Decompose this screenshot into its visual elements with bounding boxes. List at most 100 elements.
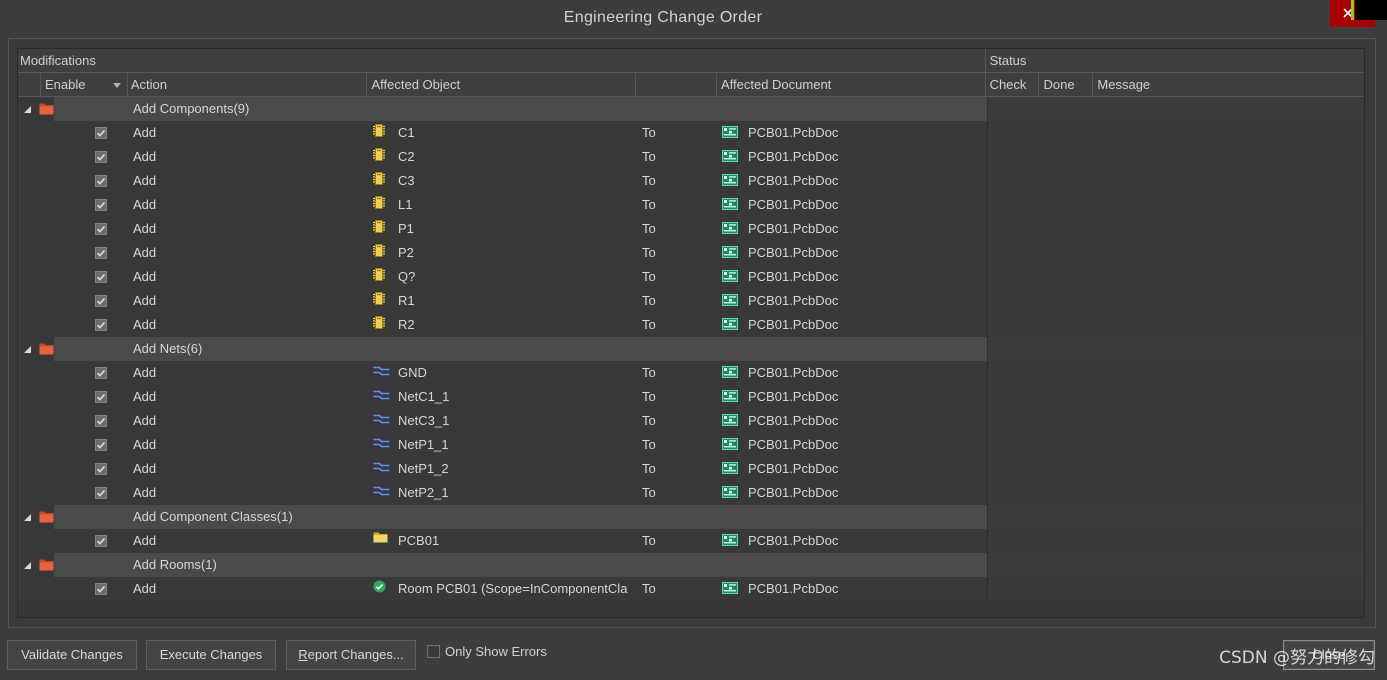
net-icon — [373, 486, 390, 496]
table-row[interactable]: Add NetP1_2 To PCB01.PcbDoc — [18, 457, 1364, 481]
check-status-cell — [987, 433, 1041, 457]
only-show-errors-label: Only Show Errors — [445, 644, 547, 659]
enable-checkbox[interactable] — [95, 151, 107, 163]
corner-overlay — [1355, 0, 1387, 20]
enable-checkbox[interactable] — [95, 319, 107, 331]
column-header-action[interactable]: Action — [128, 73, 368, 96]
enable-checkbox[interactable] — [95, 223, 107, 235]
table-row[interactable]: Add L1 To PCB01.PcbDoc — [18, 193, 1364, 217]
pcb-document-icon — [722, 534, 738, 546]
column-header-enable[interactable]: Enable — [41, 73, 128, 96]
group-row[interactable]: Add Nets(6) — [18, 337, 1364, 361]
enable-checkbox[interactable] — [95, 367, 107, 379]
collapse-triangle-icon[interactable] — [24, 346, 31, 353]
group-status-cell — [987, 553, 1364, 577]
collapse-triangle-icon[interactable] — [24, 562, 31, 569]
enable-checkbox[interactable] — [95, 391, 107, 403]
column-header-expander[interactable] — [18, 73, 41, 96]
table-row[interactable]: Add NetC1_1 To PCB01.PcbDoc — [18, 385, 1364, 409]
report-changes-button[interactable]: Report Changes... — [286, 640, 416, 670]
table-row[interactable]: Add Room PCB01 (Scope=InComponentCla To PCB… — [18, 577, 1364, 601]
group-status-cell — [987, 337, 1364, 361]
enable-checkbox[interactable] — [95, 127, 107, 139]
affected-document-cell: PCB01.PcbDoc — [748, 197, 839, 212]
table-row[interactable]: Add C2 To PCB01.PcbDoc — [18, 145, 1364, 169]
column-header-affected-object[interactable]: Affected Object — [367, 73, 637, 96]
group-row[interactable]: Add Components(9) — [18, 97, 1364, 121]
table-row[interactable]: Add C1 To PCB01.PcbDoc — [18, 121, 1364, 145]
group-row[interactable]: Add Rooms(1) — [18, 553, 1364, 577]
header-group-row: Modifications Status — [18, 49, 1364, 73]
enable-checkbox[interactable] — [95, 463, 107, 475]
affected-document-cell: PCB01.PcbDoc — [748, 437, 839, 452]
group-status-cell — [987, 505, 1364, 529]
enable-checkbox[interactable] — [95, 583, 107, 595]
only-show-errors-box[interactable] — [427, 645, 440, 658]
table-row[interactable]: Add R1 To PCB01.PcbDoc — [18, 289, 1364, 313]
enable-checkbox[interactable] — [95, 535, 107, 547]
component-icon — [373, 316, 385, 329]
validate-changes-button[interactable]: Validate Changes — [7, 640, 137, 670]
enable-dropdown-icon[interactable] — [112, 83, 121, 88]
checkmark-icon — [96, 586, 106, 593]
message-cell — [1095, 169, 1364, 193]
to-cell: To — [642, 125, 656, 140]
net-icon — [373, 438, 390, 448]
column-header-affected-document[interactable]: Affected Document — [717, 73, 986, 96]
pcb-document-icon — [722, 390, 738, 402]
table-row[interactable]: Add P1 To PCB01.PcbDoc — [18, 217, 1364, 241]
checkmark-icon — [96, 322, 106, 329]
affected-object-cell: NetP1_2 — [398, 461, 449, 476]
checkmark-icon — [96, 538, 106, 545]
enable-checkbox[interactable] — [95, 175, 107, 187]
checkmark-icon — [96, 466, 106, 473]
execute-changes-button[interactable]: Execute Changes — [146, 640, 276, 670]
affected-document-cell: PCB01.PcbDoc — [748, 245, 839, 260]
message-cell — [1095, 193, 1364, 217]
component-class-icon — [373, 532, 388, 543]
only-show-errors-checkbox[interactable]: Only Show Errors — [427, 644, 567, 660]
table-row[interactable]: Add NetP2_1 To PCB01.PcbDoc — [18, 481, 1364, 505]
affected-document-cell: PCB01.PcbDoc — [748, 485, 839, 500]
action-cell: Add — [133, 149, 157, 164]
pcb-document-icon — [722, 174, 738, 186]
table-row[interactable]: Add P2 To PCB01.PcbDoc — [18, 241, 1364, 265]
to-cell: To — [642, 245, 656, 260]
enable-checkbox[interactable] — [95, 439, 107, 451]
affected-object-cell: PCB01 — [398, 533, 440, 548]
collapse-triangle-icon[interactable] — [24, 106, 31, 113]
action-cell: Add — [133, 197, 157, 212]
action-cell: Add — [133, 389, 157, 404]
table-row[interactable]: Add Q? To PCB01.PcbDoc — [18, 265, 1364, 289]
action-cell: Add — [133, 413, 157, 428]
column-header-to[interactable] — [636, 73, 717, 96]
change-order-table: Modifications Status Enable Action Affec… — [17, 48, 1365, 618]
net-icon — [373, 462, 390, 472]
column-header-check[interactable]: Check — [986, 73, 1040, 96]
enable-checkbox[interactable] — [95, 295, 107, 307]
table-row[interactable]: Add PCB01 To PCB01.PcbDoc — [18, 529, 1364, 553]
window-title: Engineering Change Order — [563, 9, 763, 26]
enable-checkbox[interactable] — [95, 415, 107, 427]
enable-checkbox[interactable] — [95, 199, 107, 211]
affected-document-cell: PCB01.PcbDoc — [748, 293, 839, 308]
enable-checkbox[interactable] — [95, 271, 107, 283]
affected-document-cell: PCB01.PcbDoc — [748, 461, 839, 476]
column-header-message[interactable]: Message — [1093, 73, 1364, 96]
table-row[interactable]: Add NetC3_1 To PCB01.PcbDoc — [18, 409, 1364, 433]
action-cell: Add — [133, 461, 157, 476]
collapse-triangle-icon[interactable] — [24, 514, 31, 521]
group-row[interactable]: Add Component Classes(1) — [18, 505, 1364, 529]
table-row[interactable]: Add GND To PCB01.PcbDoc — [18, 361, 1364, 385]
done-status-cell — [1041, 409, 1095, 433]
watermark: CSDN @努力的修勾 — [1219, 648, 1375, 668]
affected-document-cell: PCB01.PcbDoc — [748, 365, 839, 380]
table-row[interactable]: Add C3 To PCB01.PcbDoc — [18, 169, 1364, 193]
table-row[interactable]: Add R2 To PCB01.PcbDoc — [18, 313, 1364, 337]
table-row[interactable]: Add NetP1_1 To PCB01.PcbDoc — [18, 433, 1364, 457]
enable-checkbox[interactable] — [95, 487, 107, 499]
column-header-done[interactable]: Done — [1039, 73, 1094, 96]
to-cell: To — [642, 413, 656, 428]
check-status-cell — [987, 577, 1041, 601]
enable-checkbox[interactable] — [95, 247, 107, 259]
